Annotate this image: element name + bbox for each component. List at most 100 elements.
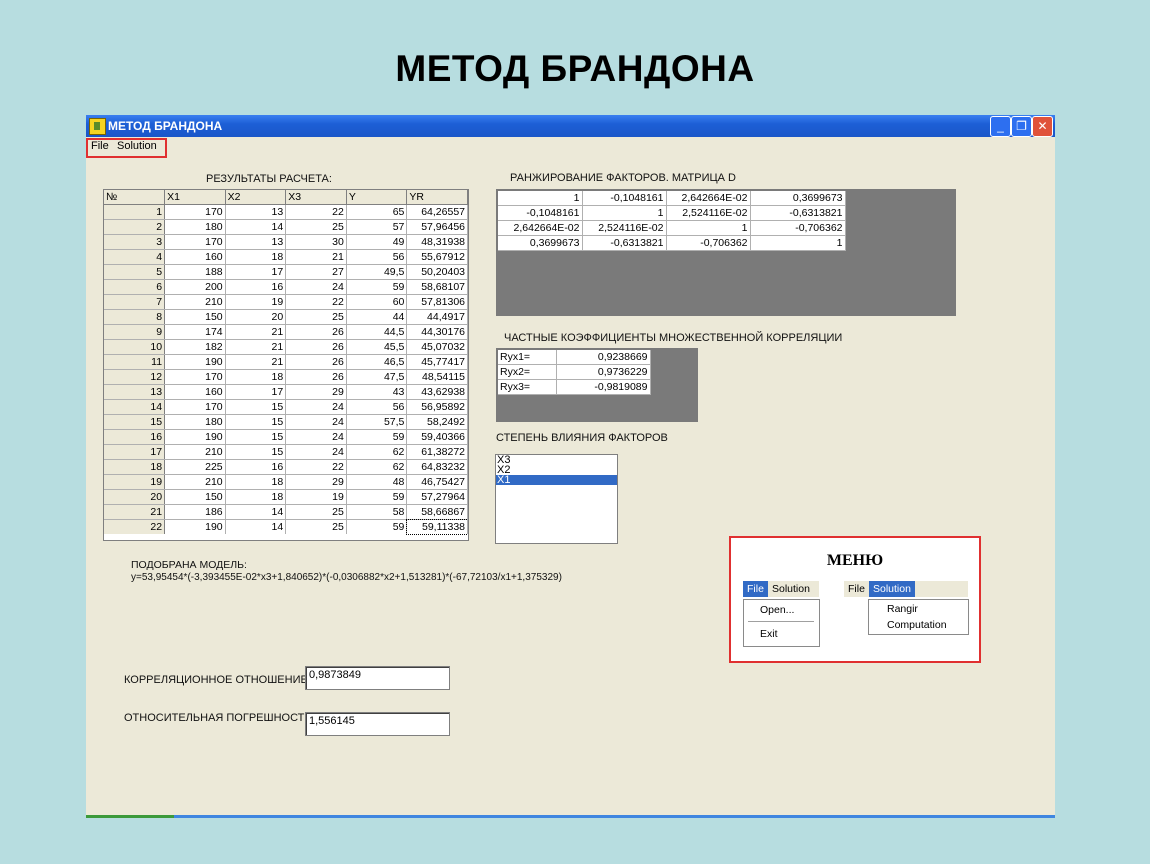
table-cell[interactable]: 46,75427 (406, 474, 468, 490)
row-number-cell[interactable]: 8 (104, 309, 166, 325)
menu-demo-right-solution[interactable]: Solution (869, 581, 915, 597)
menu-item-rangir[interactable]: Rangir (887, 603, 918, 615)
corr-value-cell[interactable]: -0,9819089 (556, 379, 651, 395)
menu-item-computation[interactable]: Computation (887, 619, 947, 631)
minimize-icon[interactable]: _ (990, 116, 1011, 137)
row-number-cell[interactable]: 5 (104, 264, 166, 280)
table-cell[interactable]: 24 (285, 399, 347, 415)
list-item[interactable]: X2 (496, 465, 617, 476)
table-cell[interactable]: 44,5 (346, 324, 408, 340)
table-row[interactable]: 14 170 15 24 56 56,95892 (104, 399, 468, 415)
table-cell[interactable]: 64,26557 (406, 204, 468, 220)
table-cell[interactable]: 45,07032 (406, 339, 468, 355)
matrix-cell[interactable]: -0,706362 (666, 235, 751, 251)
table-row[interactable]: 15 180 15 24 57,5 58,2492 (104, 414, 468, 430)
corr-name-cell[interactable]: Ryx1= (498, 350, 557, 365)
table-cell[interactable]: 24 (285, 429, 347, 445)
row-number-cell[interactable]: 2 (104, 219, 166, 235)
table-cell[interactable]: 225 (164, 459, 226, 475)
table-cell[interactable]: 190 (164, 519, 226, 534)
table-cell[interactable]: 25 (285, 309, 347, 325)
table-cell[interactable]: 210 (164, 294, 226, 310)
table-cell[interactable]: 57 (346, 219, 408, 235)
table-cell[interactable]: 30 (285, 234, 347, 250)
table-row[interactable]: 9 174 21 26 44,5 44,30176 (104, 324, 468, 340)
corr-name-cell[interactable]: Ryx2= (498, 364, 557, 380)
table-cell[interactable]: 56 (346, 249, 408, 265)
table-cell[interactable]: 13 (225, 204, 287, 220)
matrix-cell[interactable]: 2,642664E-02 (498, 220, 583, 236)
table-cell[interactable]: 16 (225, 459, 287, 475)
row-number-cell[interactable]: 3 (104, 234, 166, 250)
row-number-cell[interactable]: 22 (104, 519, 166, 534)
table-cell[interactable]: 182 (164, 339, 226, 355)
table-cell[interactable]: 45,77417 (406, 354, 468, 370)
rel-error-field[interactable]: 1,556145 (305, 712, 450, 736)
table-cell[interactable]: 59 (346, 519, 408, 534)
table-cell[interactable]: 150 (164, 489, 226, 505)
table-cell[interactable]: 58,66867 (406, 504, 468, 520)
table-cell[interactable]: 15 (225, 399, 287, 415)
table-cell[interactable]: 190 (164, 354, 226, 370)
results-grid[interactable]: № X1 X2 X3 Y YR 1 170 13 22 65 64,26557 2 180 14… (103, 189, 469, 541)
table-cell[interactable]: 47,5 (346, 369, 408, 385)
row-number-cell[interactable]: 4 (104, 249, 166, 265)
row-number-cell[interactable]: 18 (104, 459, 166, 475)
matrix-cell[interactable]: -0,1048161 (498, 205, 583, 221)
matrix-row[interactable]: 0,3699673 -0,6313821 -0,706362 1 (498, 235, 846, 251)
table-cell[interactable]: 170 (164, 234, 226, 250)
matrix-row[interactable]: 1 -0,1048161 2,642664E-02 0,3699673 (498, 191, 846, 206)
table-cell[interactable]: 45,5 (346, 339, 408, 355)
table-cell[interactable]: 48 (346, 474, 408, 490)
table-cell[interactable]: 26 (285, 354, 347, 370)
table-row[interactable]: 11 190 21 26 46,5 45,77417 (104, 354, 468, 370)
influence-listbox[interactable]: X3 X2 X1 (495, 454, 618, 544)
table-row[interactable]: 17 210 15 24 62 61,38272 (104, 444, 468, 460)
table-cell[interactable]: 170 (164, 369, 226, 385)
menu-item-exit[interactable]: Exit (760, 628, 778, 640)
table-row[interactable]: 3 170 13 30 49 48,31938 (104, 234, 468, 250)
table-cell[interactable]: 22 (285, 459, 347, 475)
table-cell[interactable]: 59,11338 (405, 518, 468, 535)
row-number-cell[interactable]: 10 (104, 339, 166, 355)
table-cell[interactable]: 186 (164, 504, 226, 520)
table-cell[interactable]: 180 (164, 219, 226, 235)
table-cell[interactable]: 150 (164, 309, 226, 325)
table-row[interactable]: 5 188 17 27 49,5 50,20403 (104, 264, 468, 280)
table-row[interactable]: 6 200 16 24 59 58,68107 (104, 279, 468, 295)
table-cell[interactable]: 56,95892 (406, 399, 468, 415)
table-cell[interactable]: 21 (285, 249, 347, 265)
table-cell[interactable]: 19 (285, 489, 347, 505)
table-cell[interactable]: 20 (225, 309, 287, 325)
corr-value-cell[interactable]: 0,9736229 (556, 364, 651, 380)
menu-item-open[interactable]: Open... (760, 604, 794, 616)
table-cell[interactable]: 50,20403 (406, 264, 468, 280)
menu-demo-left-solution[interactable]: Solution (768, 581, 814, 597)
table-cell[interactable]: 60 (346, 294, 408, 310)
table-cell[interactable]: 24 (285, 444, 347, 460)
table-cell[interactable]: 170 (164, 399, 226, 415)
list-item[interactable]: X1 (496, 475, 617, 486)
table-cell[interactable]: 49 (346, 234, 408, 250)
table-row[interactable]: 10 182 21 26 45,5 45,07032 (104, 339, 468, 355)
col-header-y[interactable]: Y (346, 190, 408, 205)
table-cell[interactable]: 170 (164, 204, 226, 220)
partial-corr-grid[interactable]: Ryx1= 0,9238669 Ryx2= 0,9736229 Ryx3= -0,9819… (496, 348, 698, 422)
table-cell[interactable]: 62 (346, 459, 408, 475)
table-cell[interactable]: 43 (346, 384, 408, 400)
table-cell[interactable]: 48,54115 (406, 369, 468, 385)
table-cell[interactable]: 62 (346, 444, 408, 460)
table-row[interactable]: 4 160 18 21 56 55,67912 (104, 249, 468, 265)
row-number-cell[interactable]: 6 (104, 279, 166, 295)
row-number-cell[interactable]: 21 (104, 504, 166, 520)
table-cell[interactable]: 200 (164, 279, 226, 295)
table-cell[interactable]: 18 (225, 249, 287, 265)
table-row[interactable]: 19 210 18 29 48 46,75427 (104, 474, 468, 490)
matrix-cell[interactable]: 1 (666, 220, 751, 236)
table-cell[interactable]: 24 (285, 279, 347, 295)
corr-row[interactable]: Ryx3= -0,9819089 (498, 379, 651, 395)
row-number-cell[interactable]: 17 (104, 444, 166, 460)
table-cell[interactable]: 25 (285, 519, 347, 534)
table-cell[interactable]: 22 (285, 294, 347, 310)
close-icon[interactable]: ✕ (1032, 116, 1053, 137)
